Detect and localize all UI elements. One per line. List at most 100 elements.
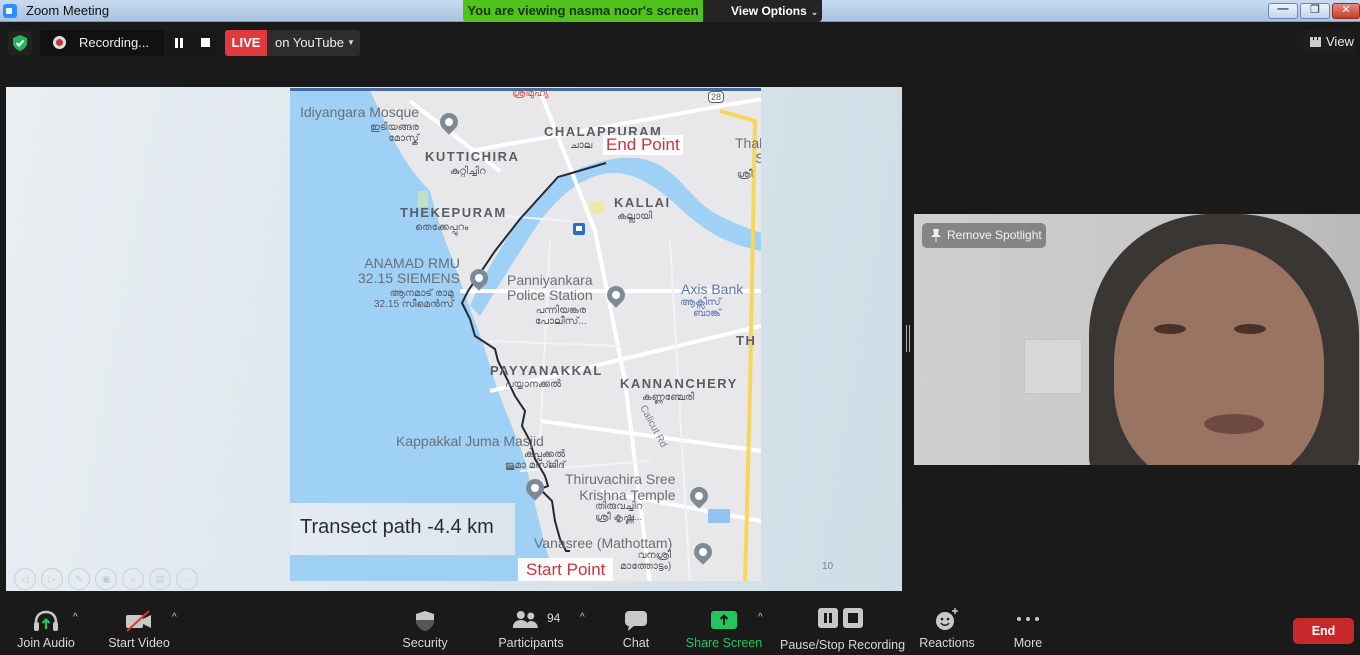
district-label-ml: കല്ലായി bbox=[617, 211, 653, 222]
pause-stop-recording-label: Pause/Stop Recording bbox=[780, 638, 906, 652]
poi-label-ml: ആനമാട് രാമു 32.15 സീമെൻസ് bbox=[374, 288, 454, 310]
participant-video-tile: Remove Spotlight bbox=[914, 214, 1360, 465]
minimize-icon: — bbox=[1277, 3, 1289, 15]
transect-path-label: Transect path -4.4 km bbox=[290, 503, 515, 555]
view-options-button[interactable]: View Options ⌄ bbox=[703, 0, 822, 22]
share-screen-icon bbox=[711, 611, 737, 629]
poi-label: Thiruvachira Sree Krishna Temple bbox=[565, 471, 676, 503]
end-meeting-button[interactable]: End bbox=[1293, 618, 1354, 644]
reactions-button[interactable]: Reactions bbox=[915, 596, 979, 655]
next-slide-button[interactable]: ▷ bbox=[41, 568, 63, 590]
shield-check-icon bbox=[13, 35, 27, 51]
panel-resize-handle[interactable] bbox=[906, 325, 910, 352]
district-label: KALLAI bbox=[614, 195, 671, 210]
video-background bbox=[1024, 339, 1082, 394]
more-button[interactable]: More bbox=[1000, 596, 1056, 655]
subtitles-button[interactable]: ▤ bbox=[149, 568, 171, 590]
view-label: View bbox=[1326, 34, 1354, 49]
poi-label-ml: പന്നിയങ്കര പോലീസ്... bbox=[535, 305, 587, 327]
previous-slide-button[interactable]: ◁ bbox=[14, 568, 36, 590]
metro-station-icon bbox=[573, 223, 585, 235]
slide-navigation: ◁ ▷ ✎ ▣ ⌕ ▤ ··· bbox=[14, 568, 198, 590]
video-options-caret[interactable]: ^ bbox=[172, 612, 177, 623]
poi-label-ml: കപ്പക്കൽ ജുമാ മസ്ജിദ് bbox=[505, 449, 566, 471]
window-title: Zoom Meeting bbox=[26, 3, 110, 18]
participant-count: 94 bbox=[547, 611, 561, 625]
more-icon bbox=[1017, 617, 1039, 621]
poi-label: Idiyangara Mosque bbox=[300, 104, 420, 120]
zoom-slide-button[interactable]: ⌕ bbox=[122, 568, 144, 590]
minimize-button[interactable]: — bbox=[1268, 3, 1298, 19]
view-options-label: View Options bbox=[731, 4, 807, 18]
more-slide-options-button[interactable]: ··· bbox=[176, 568, 198, 590]
participants-label: Participants bbox=[498, 636, 564, 650]
district-label-ml: കണ്ണഞ്ചേരി bbox=[642, 392, 695, 403]
participants-icon bbox=[512, 611, 538, 628]
join-audio-button[interactable]: Join Audio bbox=[10, 596, 82, 655]
close-button[interactable]: ✕ bbox=[1332, 3, 1360, 19]
view-layout-button[interactable]: View bbox=[1303, 30, 1355, 54]
audio-options-caret[interactable]: ^ bbox=[73, 612, 78, 623]
headphones-icon bbox=[34, 610, 58, 631]
chevron-down-icon: ⌄ bbox=[810, 7, 819, 17]
pause-recording-button[interactable] bbox=[174, 38, 184, 48]
caret-down-icon: ▼ bbox=[347, 38, 355, 47]
district-label: TH bbox=[736, 333, 757, 348]
district-label: KANNANCHERY bbox=[620, 376, 738, 391]
district-label-ml: പയ്യാനക്കൽ bbox=[505, 379, 562, 390]
see-all-slides-button[interactable]: ▣ bbox=[95, 568, 117, 590]
participants-button[interactable]: 94 Participants bbox=[495, 596, 567, 655]
poi-label: Panniyankara Police Station bbox=[507, 272, 593, 303]
pen-tool-button[interactable]: ✎ bbox=[68, 568, 90, 590]
chat-button[interactable]: Chat bbox=[606, 596, 666, 655]
poi-label-ml: തിരുവച്ചിറ ശ്രീ കൃഷ്ണ... bbox=[595, 501, 643, 523]
poi-label-ml: ആക്സിസ് ബാങ്ക് bbox=[680, 297, 721, 319]
security-button[interactable]: Security bbox=[395, 596, 455, 655]
recording-label: Recording... bbox=[79, 35, 150, 50]
meeting-toolbar: Join Audio ^ Start Video ^ Security 94 P… bbox=[0, 596, 1360, 655]
poi-label: Vanasree (Mathottam) bbox=[534, 535, 673, 551]
live-badge: LIVE bbox=[225, 30, 267, 56]
share-options-caret[interactable]: ^ bbox=[758, 612, 763, 623]
live-stream-button[interactable]: LIVE on YouTube ▼ bbox=[225, 30, 360, 56]
poi-label: Thalik Sh bbox=[735, 135, 761, 166]
district-label: PAYYANAKKAL bbox=[490, 363, 603, 378]
district-label: KUTTICHIRA bbox=[425, 149, 520, 164]
poi-label-ml: വനശ്രീ മാത്തോട്ടം) bbox=[620, 550, 672, 572]
map-label: ശ്രീമുഹ്യ bbox=[512, 88, 549, 99]
stop-recording-button[interactable] bbox=[201, 38, 210, 47]
close-icon: ✕ bbox=[1341, 4, 1351, 16]
video-off-icon bbox=[126, 610, 151, 632]
meeting-info-button[interactable] bbox=[8, 31, 32, 55]
remove-spotlight-button[interactable]: Remove Spotlight bbox=[922, 223, 1046, 248]
shared-screen: 28 ശ്രീമുഹ്യ CHALAPPURAM ചാല KUTTICHIRA … bbox=[6, 87, 902, 591]
reactions-label: Reactions bbox=[919, 636, 975, 650]
remove-spotlight-label: Remove Spotlight bbox=[947, 228, 1042, 242]
recording-dot-icon bbox=[53, 36, 66, 49]
share-screen-button[interactable]: Share Screen bbox=[684, 596, 764, 655]
start-video-label: Start Video bbox=[108, 636, 170, 650]
chat-icon bbox=[625, 611, 647, 631]
participants-options-caret[interactable]: ^ bbox=[580, 612, 585, 623]
slide-page-number: 10 bbox=[822, 561, 834, 572]
district-label-ml: കുറ്റിച്ചിറ bbox=[450, 166, 486, 177]
pause-stop-icon bbox=[818, 608, 863, 628]
more-label: More bbox=[1013, 636, 1043, 650]
restore-icon: ❐ bbox=[1310, 4, 1320, 16]
pause-stop-recording-button[interactable]: Pause/Stop Recording bbox=[780, 596, 906, 655]
poi-label: ANAMAD RMU 32.15 SIEMENS bbox=[358, 255, 460, 286]
start-video-button[interactable]: Start Video bbox=[103, 596, 175, 655]
reactions-icon bbox=[936, 608, 958, 630]
join-audio-label: Join Audio bbox=[17, 636, 75, 650]
district-label: THEKEPURAM bbox=[400, 205, 507, 220]
viewing-screen-banner: You are viewing nasma noor's screen bbox=[463, 0, 703, 22]
start-point-label: Start Point bbox=[518, 558, 614, 581]
end-point-label: End Point bbox=[603, 135, 683, 155]
maximize-button[interactable]: ❐ bbox=[1300, 3, 1330, 19]
poi-label: Kappakkal Juma Masjid bbox=[396, 433, 544, 449]
district-label-ml: തെക്കേപ്പുറം bbox=[415, 222, 469, 233]
recording-status: Recording... bbox=[40, 30, 217, 56]
security-label: Security bbox=[402, 636, 448, 650]
live-destination-label: on YouTube bbox=[275, 35, 344, 50]
zoom-app-icon bbox=[3, 4, 17, 18]
